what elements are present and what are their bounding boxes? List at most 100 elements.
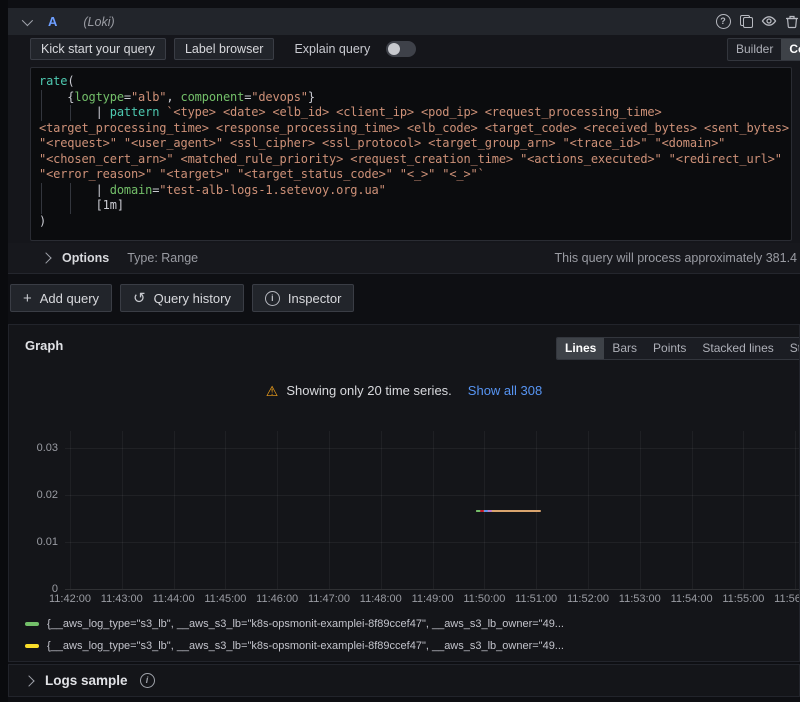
code-token: = <box>124 90 131 104</box>
editor-mode-switch: Builder Code <box>727 38 800 61</box>
code-line: [1m] <box>39 198 791 214</box>
history-icon: ↺ <box>133 291 146 306</box>
code-token: "alb" <box>131 90 166 104</box>
code-token: } <box>308 90 315 104</box>
query-options-row[interactable]: Options Type: Range This query will proc… <box>8 243 800 274</box>
hide-query-button[interactable] <box>761 13 777 29</box>
indent-guide <box>41 105 42 121</box>
options-type-summary: Type: Range <box>127 251 198 265</box>
inspector-button[interactable]: i Inspector <box>252 284 354 312</box>
warning-text: Showing only 20 time series. <box>286 383 451 398</box>
x-axis-label: 11:47:00 <box>305 593 353 605</box>
options-chevron-right-icon[interactable] <box>40 252 51 263</box>
graph-legend: {__aws_log_type="s3_lb", __aws_s3_lb="k8… <box>25 613 799 661</box>
help-button[interactable]: ? <box>715 13 731 29</box>
y-axis-label: 0.01 <box>9 536 58 548</box>
tab-stacked-bars[interactable]: Stacked bars <box>782 338 800 359</box>
inspector-label: Inspector <box>288 291 341 306</box>
legend-series-marker[interactable] <box>25 644 39 648</box>
x-axis-label: 11:56:00 <box>771 593 800 605</box>
collapse-chevron-down-icon[interactable] <box>22 14 33 25</box>
tab-points[interactable]: Points <box>645 338 694 359</box>
indent-guide <box>41 198 42 214</box>
legend-series-marker[interactable] <box>25 622 39 626</box>
query-row-actions: ? <box>715 13 800 29</box>
x-axis-label: 11:53:00 <box>616 593 664 605</box>
code-token: rate <box>39 74 67 88</box>
legend-series-label[interactable]: {__aws_log_type="s3_lb", __aws_s3_lb="k8… <box>47 618 564 630</box>
y-axis-label: 0.03 <box>9 442 58 454</box>
query-history-label: Query history <box>154 291 231 306</box>
tab-stacked-lines[interactable]: Stacked lines <box>694 338 781 359</box>
label-browser-button[interactable]: Label browser <box>174 38 275 60</box>
code-token: <target_processing_time> <response_proce… <box>39 121 789 135</box>
legend-series-label[interactable]: {__aws_log_type="s3_lb", __aws_s3_lb="k8… <box>47 640 564 652</box>
x-axis-label: 11:45:00 <box>201 593 249 605</box>
query-history-button[interactable]: ↺ Query history <box>120 284 244 312</box>
add-query-label: Add query <box>40 291 99 306</box>
series-limit-warning: ⚠ Showing only 20 time series. Show all … <box>9 383 799 398</box>
indent-guide <box>70 105 71 121</box>
legend-row: {__aws_log_type="s3_lb", __aws_s3_lb="k8… <box>25 635 799 657</box>
explore-actions: + Add query ↺ Query history i Inspector <box>10 284 800 312</box>
toggle-knob-icon <box>388 43 400 55</box>
x-axis-label: 11:51:00 <box>512 593 560 605</box>
code-token: ( <box>67 74 74 88</box>
grid-line-x <box>640 431 641 589</box>
trash-icon <box>785 14 799 29</box>
series-overlap-segment <box>488 510 492 512</box>
code-token: { <box>39 90 74 104</box>
code-token: | <box>39 183 110 197</box>
logs-sample-info-icon[interactable]: i <box>140 673 155 688</box>
logql-code-editor[interactable]: rate( {logtype="alb", component="devops"… <box>30 67 792 241</box>
panel-title: Graph <box>25 338 63 353</box>
add-query-button[interactable]: + Add query <box>10 284 112 312</box>
tab-bars[interactable]: Bars <box>604 338 645 359</box>
remove-query-button[interactable] <box>784 13 800 29</box>
code-token: "<chosen_cert_arn>" <matched_rule_priori… <box>39 152 782 166</box>
legend-row: {__aws_log_type="s3_lb", __aws_s3_lb="k8… <box>25 657 799 661</box>
mode-code[interactable]: Code <box>781 39 800 60</box>
x-axis-label: 11:46:00 <box>253 593 301 605</box>
code-token: domain <box>110 183 152 197</box>
logs-sample-chevron-right-icon[interactable] <box>23 675 34 686</box>
time-series-plot[interactable]: 0.030.020.01011:42:0011:43:0011:44:0011:… <box>9 428 799 608</box>
code-token: "<error_reason>" "<target>" "<target_sta… <box>39 167 485 181</box>
grid-line-x <box>433 431 434 589</box>
logs-sample-section[interactable]: Logs sample i <box>8 664 800 697</box>
grid-line-x <box>225 431 226 589</box>
query-row-header: A (Loki) ? <box>8 8 800 35</box>
options-label: Options <box>62 251 109 265</box>
explore-view: A (Loki) ? Kic <box>8 0 800 702</box>
code-token: "test-alb-logs-1.setevoy.org.ua" <box>159 183 385 197</box>
show-all-series-link[interactable]: Show all 308 <box>468 383 542 398</box>
grid-line-x <box>174 431 175 589</box>
grid-line-x <box>70 431 71 589</box>
code-token: "<request>" "<user_agent>" <ssl_cipher> … <box>39 136 725 150</box>
mode-builder[interactable]: Builder <box>728 39 781 60</box>
query-ref-id: A <box>48 14 57 29</box>
explain-query-label: Explain query <box>294 42 370 56</box>
kick-start-query-button[interactable]: Kick start your query <box>30 38 166 60</box>
code-line: ) <box>39 214 791 230</box>
grid-line-x <box>795 431 796 589</box>
duplicate-query-button[interactable] <box>738 13 754 29</box>
grid-line-x <box>122 431 123 589</box>
info-circle-icon: i <box>265 291 280 306</box>
code-line: "<error_reason>" "<target>" "<target_sta… <box>39 167 791 183</box>
query-stats-text: This query will process approximately 38… <box>555 251 797 265</box>
code-token: [1m] <box>39 198 124 212</box>
indent-guide <box>70 198 71 214</box>
grid-line-x <box>329 431 330 589</box>
tab-lines[interactable]: Lines <box>557 338 604 359</box>
code-token: pattern <box>110 105 160 119</box>
legend-row: {__aws_log_type="s3_lb", __aws_s3_lb="k8… <box>25 613 799 635</box>
code-token: "devops" <box>251 90 308 104</box>
code-token: component <box>181 90 245 104</box>
code-area: rate( {logtype="alb", component="devops"… <box>39 74 791 229</box>
y-axis-label: 0.02 <box>9 489 58 501</box>
grid-line-x <box>692 431 693 589</box>
grid-line-x <box>277 431 278 589</box>
explain-query-toggle[interactable] <box>386 41 416 57</box>
query-toolbar: Kick start your query Label browser Expl… <box>8 35 800 63</box>
